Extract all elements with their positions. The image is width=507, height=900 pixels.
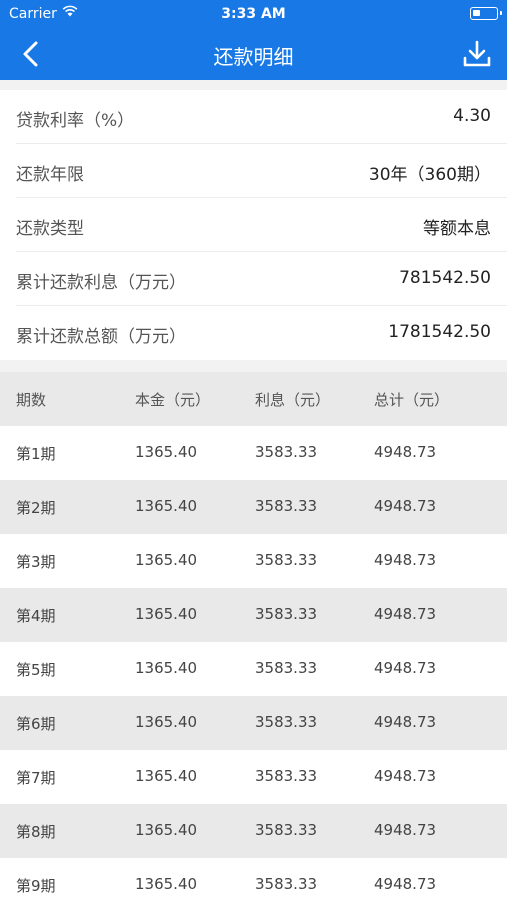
repayment-table: 期数 本金（元） 利息（元） 总计（元） 第1期 1365.40 3583.33… — [0, 372, 507, 900]
table-row: 第1期 1365.40 3583.33 4948.73 — [0, 426, 507, 480]
table-row: 第5期 1365.40 3583.33 4948.73 — [0, 642, 507, 696]
cell-principal: 1365.40 — [135, 713, 198, 731]
download-icon[interactable] — [459, 36, 495, 72]
table-row: 第3期 1365.40 3583.33 4948.73 — [0, 534, 507, 588]
cell-total: 4948.73 — [374, 497, 437, 515]
summary-label: 还款年限 — [16, 165, 84, 185]
cell-total: 4948.73 — [374, 551, 437, 569]
cell-period: 第5期 — [16, 661, 56, 679]
header-period: 期数 — [16, 391, 47, 409]
cell-principal: 1365.40 — [135, 767, 198, 785]
cell-total: 4948.73 — [374, 659, 437, 677]
cell-principal: 1365.40 — [135, 443, 198, 461]
cell-total: 4948.73 — [374, 605, 437, 623]
summary-value: 30年（360期） — [368, 165, 491, 185]
summary-value: 1781542.50 — [388, 322, 491, 342]
table-row: 第6期 1365.40 3583.33 4948.73 — [0, 696, 507, 750]
cell-period: 第4期 — [16, 607, 56, 625]
cell-period: 第9期 — [16, 877, 56, 895]
status-time: 3:33 AM — [221, 6, 286, 22]
cell-interest: 3583.33 — [255, 551, 318, 569]
cell-total: 4948.73 — [374, 767, 437, 785]
summary-row-interest: 累计还款利息（万元） 781542.50 — [16, 252, 507, 306]
table-row: 第4期 1365.40 3583.33 4948.73 — [0, 588, 507, 642]
cell-total: 4948.73 — [374, 821, 437, 839]
header-interest: 利息（元） — [255, 391, 331, 409]
table-header: 期数 本金（元） 利息（元） 总计（元） — [0, 372, 507, 426]
cell-interest: 3583.33 — [255, 713, 318, 731]
header-total: 总计（元） — [374, 391, 450, 409]
table-row: 第7期 1365.40 3583.33 4948.73 — [0, 750, 507, 804]
cell-period: 第3期 — [16, 553, 56, 571]
cell-interest: 3583.33 — [255, 821, 318, 839]
cell-principal: 1365.40 — [135, 551, 198, 569]
cell-total: 4948.73 — [374, 443, 437, 461]
cell-interest: 3583.33 — [255, 605, 318, 623]
summary-row-total: 累计还款总额（万元） 1781542.50 — [16, 306, 507, 360]
cell-period: 第7期 — [16, 769, 56, 787]
status-bar: Carrier 3:33 AM — [0, 0, 507, 28]
cell-total: 4948.73 — [374, 713, 437, 731]
summary-row-type: 还款类型 等额本息 — [16, 198, 507, 252]
summary-value: 781542.50 — [399, 268, 491, 288]
summary-label: 累计还款总额（万元） — [16, 327, 186, 347]
battery-icon — [470, 7, 502, 20]
cell-principal: 1365.40 — [135, 605, 198, 623]
summary-label: 贷款利率（%） — [16, 111, 135, 131]
header-principal: 本金（元） — [135, 391, 211, 409]
summary-value: 等额本息 — [423, 219, 491, 239]
cell-interest: 3583.33 — [255, 659, 318, 677]
cell-principal: 1365.40 — [135, 497, 198, 515]
table-row: 第9期 1365.40 3583.33 4948.73 — [0, 858, 507, 900]
cell-principal: 1365.40 — [135, 659, 198, 677]
summary-row-rate: 贷款利率（%） 4.30 — [16, 90, 507, 144]
cell-principal: 1365.40 — [135, 875, 198, 893]
cell-period: 第8期 — [16, 823, 56, 841]
cell-period: 第2期 — [16, 499, 56, 517]
summary-label: 累计还款利息（万元） — [16, 273, 186, 293]
loan-summary: 贷款利率（%） 4.30 还款年限 30年（360期） 还款类型 等额本息 累计… — [0, 90, 507, 360]
page-title: 还款明细 — [213, 45, 294, 69]
summary-row-term: 还款年限 30年（360期） — [16, 144, 507, 198]
table-row: 第2期 1365.40 3583.33 4948.73 — [0, 480, 507, 534]
summary-label: 还款类型 — [16, 219, 84, 239]
cell-period: 第1期 — [16, 445, 56, 463]
cell-total: 4948.73 — [374, 875, 437, 893]
table-row: 第8期 1365.40 3583.33 4948.73 — [0, 804, 507, 858]
cell-interest: 3583.33 — [255, 767, 318, 785]
navigation-bar: 还款明细 — [0, 28, 507, 80]
cell-principal: 1365.40 — [135, 821, 198, 839]
cell-interest: 3583.33 — [255, 443, 318, 461]
cell-period: 第6期 — [16, 715, 56, 733]
cell-interest: 3583.33 — [255, 875, 318, 893]
cell-interest: 3583.33 — [255, 497, 318, 515]
summary-value: 4.30 — [453, 106, 491, 126]
